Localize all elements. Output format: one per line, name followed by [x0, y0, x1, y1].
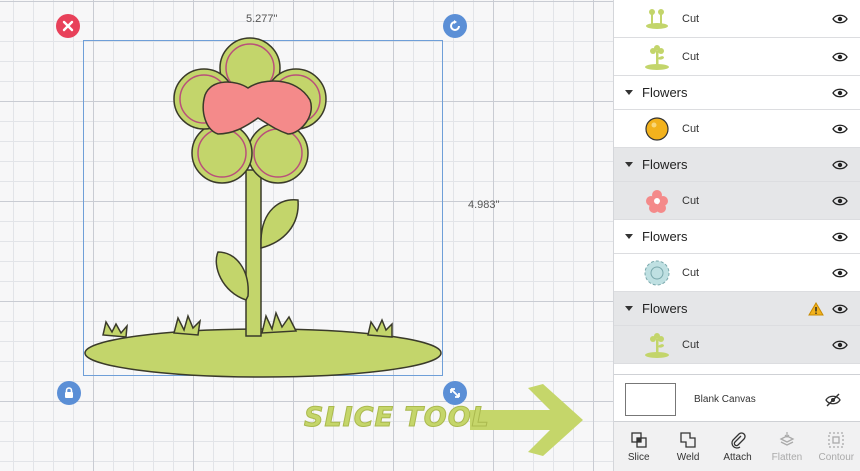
delete-handle[interactable]	[56, 14, 80, 38]
eye-icon[interactable]	[832, 303, 848, 315]
layer-group-label: Flowers	[642, 85, 688, 100]
layer-group-label: Flowers	[642, 229, 688, 244]
eye-icon[interactable]	[832, 87, 848, 99]
eye-icon[interactable]	[832, 13, 848, 25]
layer-thumbnail	[642, 330, 672, 360]
contour-label: Contour	[818, 451, 855, 463]
layer-item-label: Cut	[682, 338, 700, 351]
blank-canvas-label: Blank Canvas	[694, 394, 756, 405]
design-canvas[interactable]: 5.277" 4.983" SLICE TOOL	[0, 0, 613, 471]
layer-item-label: Cut	[682, 266, 700, 279]
layer-group-row[interactable]: Flowers	[614, 292, 860, 326]
flatten-label: Flatten	[771, 451, 803, 463]
rotate-handle[interactable]	[443, 14, 467, 38]
layer-group-row[interactable]: Flowers	[614, 76, 860, 110]
contour-icon	[828, 431, 844, 448]
layer-item-row[interactable]: Cut	[614, 326, 860, 364]
layer-thumbnail	[642, 186, 672, 216]
expand-caret-icon[interactable]	[625, 306, 633, 311]
layer-item-row[interactable]: Cut	[614, 0, 860, 38]
layer-item-row[interactable]: Cut	[614, 110, 860, 148]
weld-button[interactable]: Weld	[663, 422, 712, 471]
layers-panel: Cut Cut Flowers Cut Flowers Cut Flowers Cut Flow…	[613, 0, 860, 471]
layer-item-label: Cut	[682, 122, 700, 135]
layer-item-row[interactable]: Cut	[614, 182, 860, 220]
eye-icon[interactable]	[832, 123, 848, 135]
eye-icon[interactable]	[832, 195, 848, 207]
eye-icon[interactable]	[832, 267, 848, 279]
expand-caret-icon[interactable]	[625, 90, 633, 95]
layer-item-label: Cut	[682, 194, 700, 207]
paperclip-icon	[730, 431, 746, 449]
flatten-icon	[779, 431, 795, 446]
flatten-button[interactable]: Flatten	[762, 422, 811, 471]
eye-hidden-icon[interactable]	[825, 393, 841, 407]
attach-button[interactable]: Attach	[713, 422, 762, 471]
weld-label: Weld	[676, 451, 700, 463]
close-icon	[62, 20, 74, 32]
layer-group-label: Flowers	[642, 157, 688, 172]
expand-caret-icon[interactable]	[625, 234, 633, 239]
lock-handle[interactable]	[57, 381, 81, 405]
weld-icon	[680, 431, 696, 448]
expand-caret-icon[interactable]	[625, 162, 633, 167]
blank-canvas-swatch[interactable]	[625, 383, 676, 416]
layer-thumbnail	[642, 4, 672, 34]
layer-item-label: Cut	[682, 50, 700, 63]
rotate-icon	[450, 20, 460, 31]
eye-icon[interactable]	[832, 51, 848, 63]
layer-thumbnail	[642, 114, 672, 144]
layer-item-label: Cut	[682, 12, 700, 25]
bottom-toolbar: Slice Weld Attach Flatten Contour	[614, 422, 860, 471]
eye-icon[interactable]	[832, 339, 848, 351]
attach-label: Attach	[723, 451, 752, 463]
layer-group-label: Flowers	[642, 301, 688, 316]
blank-canvas-layer[interactable]: Blank Canvas	[614, 374, 860, 422]
layer-thumbnail	[642, 42, 672, 72]
contour-button[interactable]: Contour	[812, 422, 860, 471]
warning-icon[interactable]	[808, 301, 824, 316]
layer-thumbnail	[642, 258, 672, 288]
slice-tool-annotation: SLICE TOOL	[304, 402, 490, 434]
layer-group-row[interactable]: Flowers	[614, 148, 860, 182]
slice-icon	[631, 431, 647, 448]
lock-icon	[65, 387, 73, 398]
layer-group-row[interactable]: Flowers	[614, 220, 860, 254]
layer-item-row[interactable]: Cut	[614, 38, 860, 76]
slice-label: Slice	[627, 451, 650, 463]
eye-icon[interactable]	[832, 231, 848, 243]
slice-button[interactable]: Slice	[614, 422, 663, 471]
layer-item-row[interactable]: Cut	[614, 254, 860, 292]
eye-icon[interactable]	[832, 159, 848, 171]
